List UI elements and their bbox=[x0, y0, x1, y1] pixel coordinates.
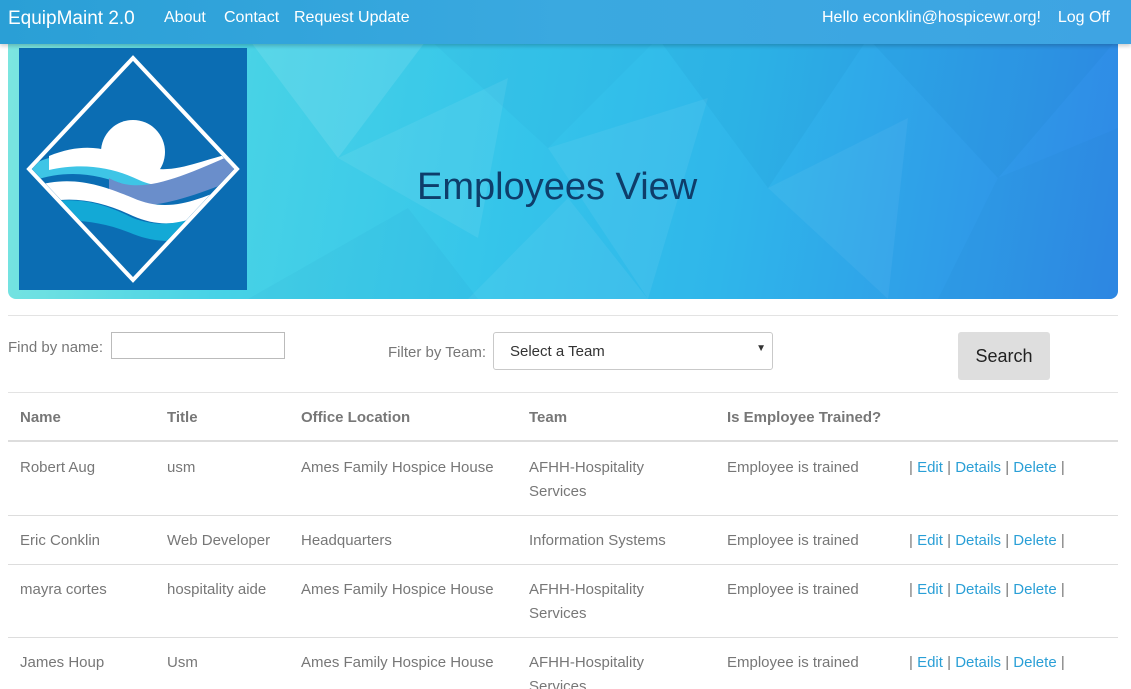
column-header-title[interactable]: Title bbox=[167, 409, 198, 426]
column-header-trained[interactable]: Is Employee Trained? bbox=[727, 409, 881, 426]
cell-office: Ames Family Hospice House bbox=[301, 654, 494, 671]
team-select[interactable]: Select a Team ▼ bbox=[493, 332, 773, 370]
separator: | bbox=[1060, 581, 1065, 598]
cell-trained: Employee is trained bbox=[727, 532, 859, 549]
chevron-down-icon: ▼ bbox=[756, 343, 766, 354]
edit-link[interactable]: Edit bbox=[917, 459, 943, 476]
cell-title: Web Developer bbox=[167, 532, 271, 549]
cell-office: Headquarters bbox=[301, 532, 392, 549]
details-link[interactable]: Details bbox=[955, 581, 1001, 598]
separator: | bbox=[947, 532, 952, 549]
separator: | bbox=[1005, 654, 1010, 671]
row-divider bbox=[8, 637, 1118, 638]
cell-title: usm bbox=[167, 459, 196, 476]
find-by-name-input[interactable] bbox=[111, 332, 285, 359]
cell-name: Eric Conklin bbox=[20, 532, 101, 549]
cell-team: AFHH-Hospitality Services bbox=[529, 654, 645, 689]
cell-trained: Employee is trained bbox=[727, 459, 859, 476]
cell-name: mayra cortes bbox=[20, 581, 107, 598]
column-header-office-location[interactable]: Office Location bbox=[301, 409, 410, 426]
delete-link[interactable]: Delete bbox=[1013, 581, 1056, 598]
nav-request-update-link[interactable]: Request Update bbox=[294, 9, 410, 27]
hospice-logo-sun-waves-icon bbox=[19, 48, 247, 290]
delete-link[interactable]: Delete bbox=[1013, 532, 1056, 549]
filter-by-team-label: Filter by Team: bbox=[388, 344, 487, 361]
cell-title: Usm bbox=[167, 654, 198, 671]
cell-office: Ames Family Hospice House bbox=[301, 459, 494, 476]
hospice-logo bbox=[19, 48, 247, 290]
team-select-value: Select a Team bbox=[510, 343, 605, 360]
row-divider bbox=[8, 515, 1118, 516]
page-banner: Employees View bbox=[8, 38, 1118, 299]
row-actions: | Edit | Details | Delete | bbox=[909, 578, 1065, 602]
cell-title: hospitality aide bbox=[167, 581, 267, 598]
search-button[interactable]: Search bbox=[958, 332, 1050, 380]
divider bbox=[8, 392, 1118, 393]
separator: | bbox=[947, 654, 952, 671]
separator: | bbox=[909, 654, 913, 671]
cell-team: AFHH-Hospitality Services bbox=[529, 581, 645, 622]
row-actions: | Edit | Details | Delete | bbox=[909, 529, 1065, 553]
cell-trained: Employee is trained bbox=[727, 654, 859, 671]
find-by-name-label: Find by name: bbox=[8, 339, 104, 356]
separator: | bbox=[1060, 459, 1065, 476]
cell-name: Robert Aug bbox=[20, 459, 96, 476]
row-actions: | Edit | Details | Delete | bbox=[909, 456, 1065, 480]
brand-link[interactable]: EquipMaint 2.0 bbox=[8, 8, 135, 30]
cell-trained: Employee is trained bbox=[727, 581, 859, 598]
delete-link[interactable]: Delete bbox=[1013, 654, 1056, 671]
separator: | bbox=[1005, 532, 1010, 549]
edit-link[interactable]: Edit bbox=[917, 581, 943, 598]
details-link[interactable]: Details bbox=[955, 654, 1001, 671]
separator: | bbox=[1005, 459, 1010, 476]
edit-link[interactable]: Edit bbox=[917, 532, 943, 549]
separator: | bbox=[909, 459, 913, 476]
separator: | bbox=[1005, 581, 1010, 598]
page-title: Employees View bbox=[417, 166, 698, 208]
edit-link[interactable]: Edit bbox=[917, 654, 943, 671]
nav-contact-link[interactable]: Contact bbox=[224, 9, 279, 27]
cell-team: Information Systems bbox=[529, 532, 666, 549]
cell-name: James Houp bbox=[20, 654, 105, 671]
separator: | bbox=[909, 532, 913, 549]
separator: | bbox=[947, 459, 952, 476]
details-link[interactable]: Details bbox=[955, 532, 1001, 549]
row-actions: | Edit | Details | Delete | bbox=[909, 651, 1065, 675]
header-divider bbox=[8, 440, 1118, 442]
log-off-link[interactable]: Log Off bbox=[1058, 9, 1110, 27]
nav-about-link[interactable]: About bbox=[164, 9, 206, 27]
column-header-team[interactable]: Team bbox=[529, 409, 567, 426]
separator: | bbox=[1060, 654, 1065, 671]
separator: | bbox=[1060, 532, 1065, 549]
user-greeting-link[interactable]: Hello econklin@hospicewr.org! bbox=[822, 9, 1041, 27]
cell-office: Ames Family Hospice House bbox=[301, 581, 494, 598]
separator: | bbox=[909, 581, 913, 598]
divider bbox=[8, 315, 1118, 316]
cell-team: AFHH-Hospitality Services bbox=[529, 459, 645, 500]
details-link[interactable]: Details bbox=[955, 459, 1001, 476]
column-header-name[interactable]: Name bbox=[20, 409, 61, 426]
top-navbar: EquipMaint 2.0 About Contact Request Upd… bbox=[0, 0, 1131, 44]
row-divider bbox=[8, 564, 1118, 565]
separator: | bbox=[947, 581, 952, 598]
delete-link[interactable]: Delete bbox=[1013, 459, 1056, 476]
